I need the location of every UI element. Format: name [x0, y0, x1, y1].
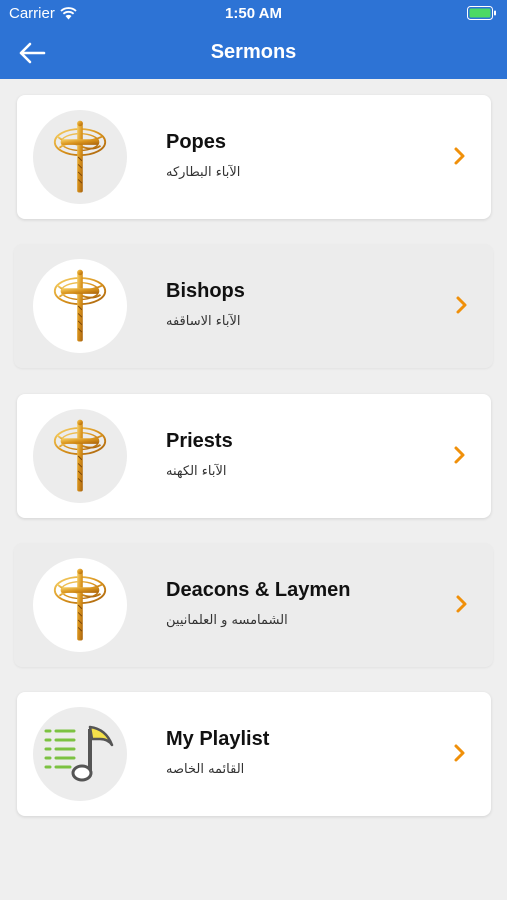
category-subtitle: الشمامسه و العلمانيين: [166, 613, 288, 628]
cross-icon: [52, 418, 108, 494]
category-image: [33, 110, 127, 204]
battery-icon: [467, 6, 496, 20]
cross-icon: [52, 567, 108, 643]
category-image: [33, 259, 127, 353]
cross-icon: [52, 119, 108, 195]
cross-icon: [52, 268, 108, 344]
category-subtitle: الآباء الكهنه: [166, 464, 227, 479]
app-header: Carrier 1:50 AM Sermons: [0, 0, 507, 79]
category-subtitle: الآباء الاساقفه: [166, 314, 241, 329]
category-title: Bishops: [166, 280, 245, 302]
category-item-deacons-laymen[interactable]: Deacons & Laymen الشمامسه و العلمانيين: [14, 543, 493, 667]
category-item-popes[interactable]: Popes الآباء البطاركه: [17, 95, 491, 219]
category-image: [33, 409, 127, 503]
category-item-priests[interactable]: Priests الآباء الكهنه: [17, 394, 491, 518]
chevron-right-icon: [454, 446, 465, 464]
status-bar: Carrier 1:50 AM: [0, 0, 507, 28]
page-title: Sermons: [210, 41, 297, 63]
category-subtitle: الآباء البطاركه: [166, 165, 241, 180]
category-title: Deacons & Laymen: [166, 579, 351, 601]
music-playlist-icon: [44, 725, 114, 782]
category-subtitle: القائمه الخاصه: [166, 762, 245, 777]
category-title: Popes: [166, 131, 227, 153]
status-time: 1:50 AM: [225, 5, 282, 22]
category-title: My Playlist: [166, 728, 270, 750]
category-image: [33, 707, 127, 801]
chevron-right-icon: [454, 147, 465, 165]
chevron-right-icon: [456, 595, 467, 613]
chevron-right-icon: [454, 744, 465, 762]
category-title: Priests: [166, 430, 233, 452]
category-image: [33, 558, 127, 652]
navigation-bar: Sermons: [0, 28, 507, 79]
category-item-bishops[interactable]: Bishops الآباء الاساقفه: [14, 244, 493, 368]
category-item-my-playlist[interactable]: My Playlist القائمه الخاصه: [17, 692, 491, 816]
chevron-right-icon: [456, 296, 467, 314]
